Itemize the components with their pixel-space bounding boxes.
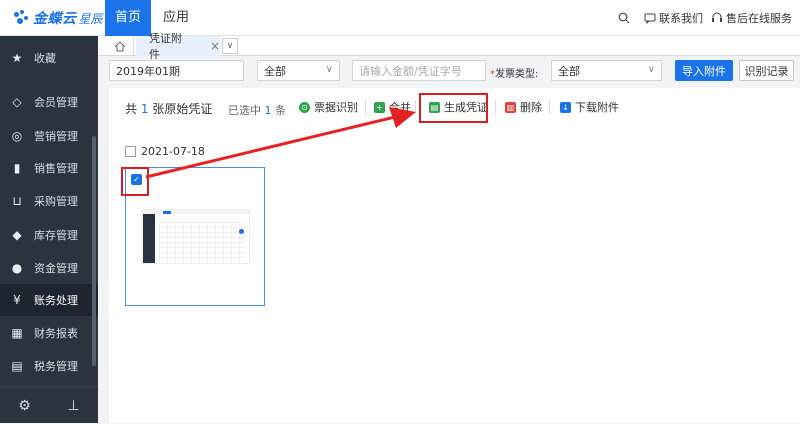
sidebar-scrollbar[interactable]: [92, 136, 96, 366]
highlight-box-generate: [419, 93, 488, 123]
top-right-actions: 联系我们 售后在线服务: [618, 0, 792, 36]
sidebar-item-purchase[interactable]: ⊔ 采购管理: [0, 185, 98, 217]
chevron-down-icon: ∨: [325, 64, 333, 75]
merge-button[interactable]: + 合并: [374, 99, 411, 115]
cart-icon: ⊔: [12, 194, 22, 208]
search-icon[interactable]: [618, 12, 630, 24]
pin-icon[interactable]: ⊥: [49, 387, 98, 424]
recognize-icon: ⊙: [299, 101, 310, 113]
toolbar-divider: [495, 100, 496, 114]
chat-icon: [644, 13, 656, 24]
brand-name: 金蝶云: [33, 11, 77, 27]
home-tab-icon[interactable]: [106, 36, 134, 56]
brand-edition: 星辰: [78, 11, 103, 26]
chevron-down-icon: ∨: [647, 64, 655, 75]
sidebar-item-accounting[interactable]: ¥ 账务处理: [0, 284, 98, 316]
sidebar-item-tax[interactable]: ▤ 税务管理: [0, 350, 98, 382]
bar-chart-icon: ▮: [13, 161, 21, 175]
box-icon: ◆: [12, 228, 22, 242]
sidebar-item-sales[interactable]: ▮ 销售管理: [0, 152, 98, 184]
report-icon: ▦: [11, 326, 23, 340]
brand-logo[interactable]: 金蝶云 星辰: [12, 8, 103, 28]
nav-home[interactable]: 首页: [105, 0, 151, 36]
download-button[interactable]: ↓ 下载附件: [560, 99, 619, 115]
attachments-panel: 共 1 张原始凭证 已选中 1 条 ⊙ 票据识别 + 合并 ▤ 生成凭证 ▥ 删除 ↓ 下…: [109, 88, 800, 423]
target-icon: ◎: [11, 129, 23, 143]
top-bar: 金蝶云 星辰 首页 应用 联系我们 售后在线服务: [0, 0, 800, 36]
download-icon: ↓: [560, 101, 571, 113]
delete-button[interactable]: ▥ 删除: [505, 99, 542, 115]
star-icon: ★: [11, 51, 23, 65]
tab-bar: 凭证附件 × ∨: [98, 32, 800, 61]
sidebar-item-funds[interactable]: ● 资金管理: [0, 252, 98, 284]
selected-count: 已选中 1 条: [228, 104, 286, 117]
toolbar-divider: [549, 100, 550, 114]
service-link[interactable]: 售后在线服务: [726, 10, 792, 26]
merge-icon: +: [374, 101, 385, 113]
close-icon[interactable]: ×: [210, 39, 220, 53]
attachment-thumbnail[interactable]: [142, 209, 250, 264]
highlight-box-checkbox: [121, 167, 149, 196]
coin-icon: ●: [11, 261, 23, 275]
settings-gear-icon[interactable]: ⚙: [0, 387, 49, 424]
sidebar-item-marketing[interactable]: ◎ 营销管理: [0, 120, 98, 152]
date-group-header: 2021-07-18: [125, 145, 205, 158]
tab-voucher-attachments[interactable]: 凭证附件 ×: [136, 32, 220, 61]
invoice-type-select[interactable]: 全部 ∨: [551, 60, 662, 81]
period-field[interactable]: 2019年01期: [109, 60, 244, 81]
group-checkbox[interactable]: [125, 146, 136, 157]
recognition-records-button[interactable]: 识别记录: [739, 60, 794, 81]
sidebar-item-reports[interactable]: ▦ 财务报表: [0, 317, 98, 349]
sidebar-item-members[interactable]: ◇ 会员管理: [0, 86, 98, 118]
total-count: 共 1 张原始凭证: [125, 102, 213, 116]
diamond-icon: ◇: [12, 95, 22, 109]
chevron-down-icon[interactable]: ∨: [222, 38, 238, 54]
trash-icon: ▥: [505, 101, 516, 113]
import-attachment-button[interactable]: 导入附件: [675, 60, 733, 81]
tax-icon: ▤: [11, 359, 23, 373]
logo-mark-icon: [12, 9, 30, 27]
toolbar-divider: [415, 100, 416, 114]
contact-link[interactable]: 联系我们: [659, 10, 703, 26]
sidebar-footer: ⚙ ⊥: [0, 386, 98, 423]
search-input[interactable]: 请输入金额/凭证字号: [352, 60, 486, 81]
invoice-type-label: *发票类型:: [490, 69, 539, 80]
sidebar-item-favorites[interactable]: ★ 收藏: [0, 42, 98, 74]
recognize-button[interactable]: ⊙ 票据识别: [299, 99, 358, 115]
ledger-icon: ¥: [13, 293, 21, 307]
sidebar: ★ 收藏 ◇ 会员管理 ◎ 营销管理 ▮ 销售管理 ⊔ 采购管理 ◆ 库存管理 ● 资金管理 …: [0, 36, 98, 423]
toolbar-divider: [365, 100, 366, 114]
sidebar-item-inventory[interactable]: ◆ 库存管理: [0, 219, 98, 251]
headset-icon: [712, 12, 722, 22]
scope-select[interactable]: 全部 ∨: [257, 60, 340, 81]
tab-label: 凭证附件: [149, 32, 182, 61]
